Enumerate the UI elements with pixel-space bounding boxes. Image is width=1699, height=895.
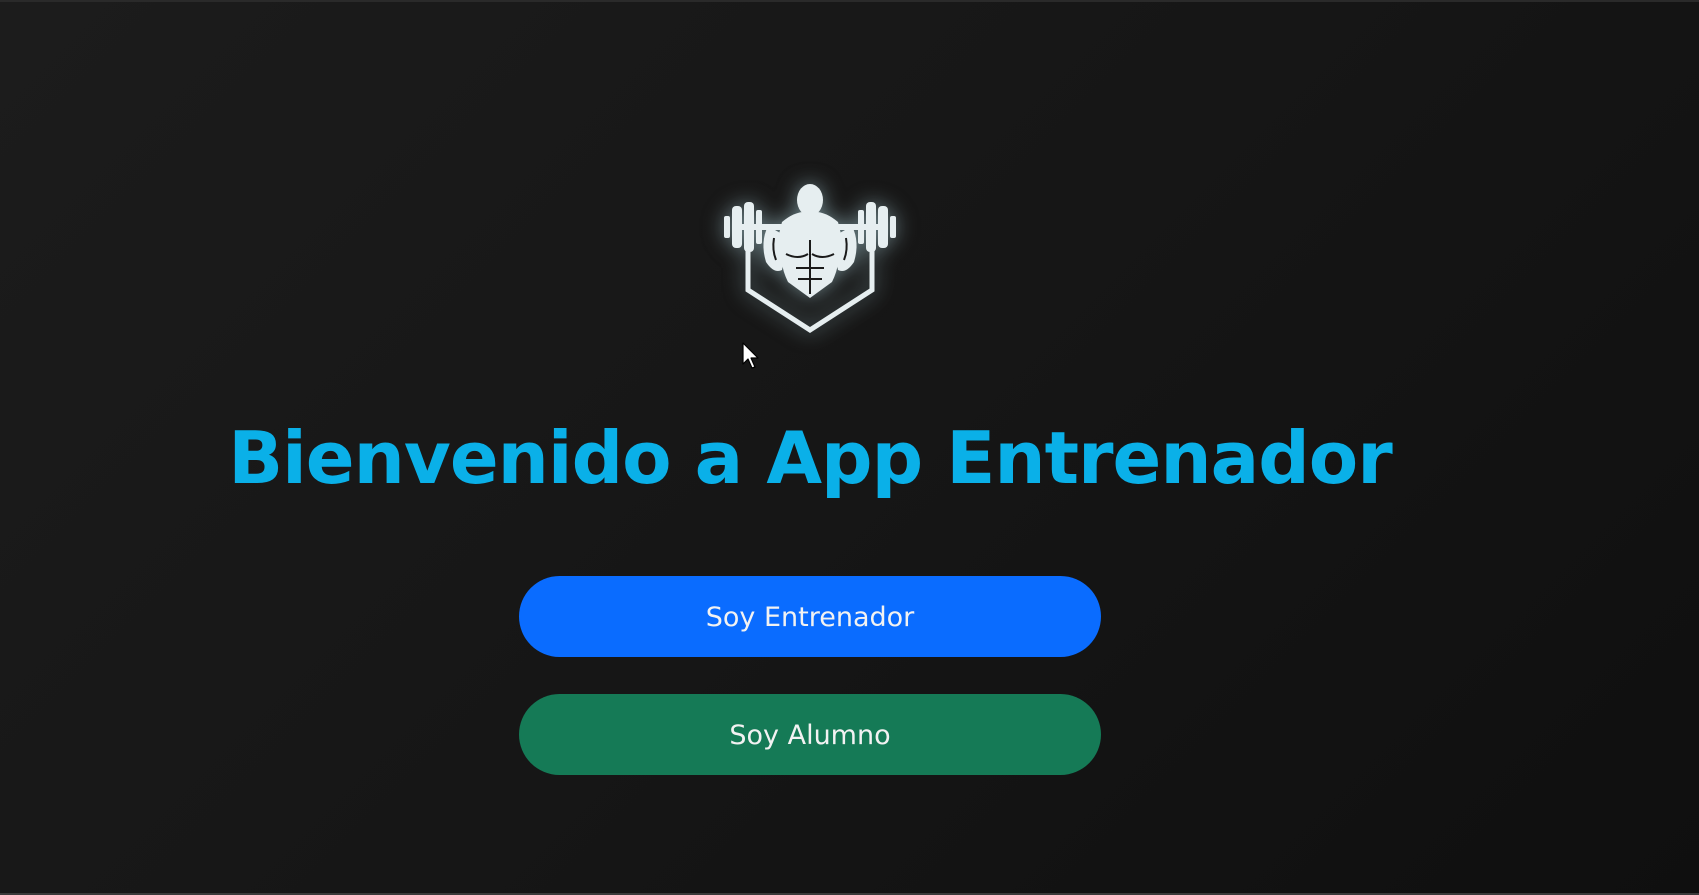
top-border	[0, 0, 1699, 2]
mouse-cursor-icon	[742, 342, 760, 370]
weightlifter-icon	[720, 182, 900, 334]
page-title: Bienvenido a App Entrenador	[228, 416, 1393, 500]
trainer-button[interactable]: Soy Entrenador	[519, 576, 1101, 657]
student-button[interactable]: Soy Alumno	[519, 694, 1101, 775]
